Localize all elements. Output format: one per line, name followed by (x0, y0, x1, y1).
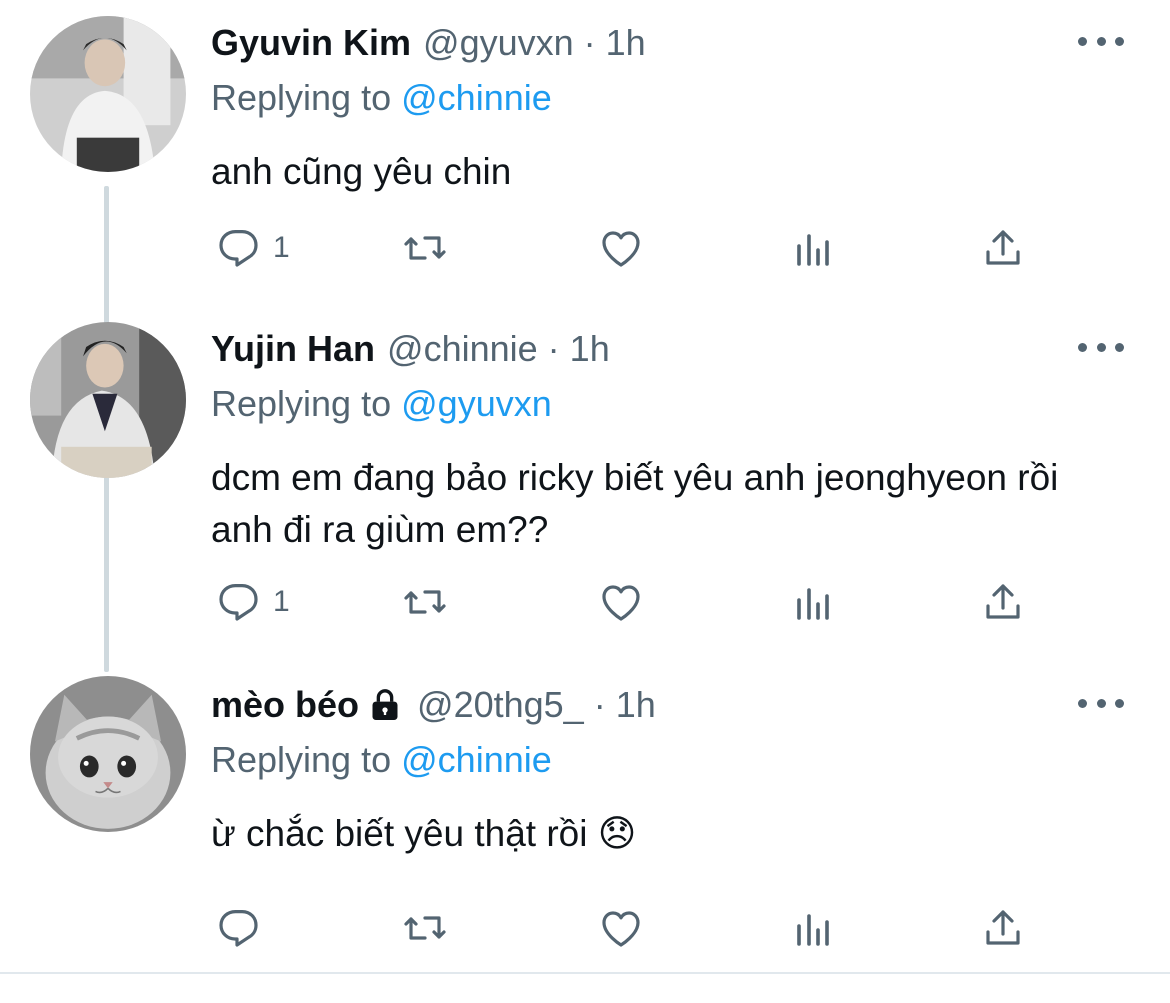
replying-to-label: Replying to (211, 77, 392, 118)
meta-separator: · (547, 328, 560, 369)
display-name[interactable]: mèo béo (211, 684, 359, 726)
reply-button[interactable]: 1 (215, 220, 290, 276)
avatar[interactable] (30, 16, 186, 172)
timestamp[interactable]: 1h (616, 684, 656, 726)
share-button[interactable] (979, 220, 1027, 276)
tweet-header: Gyuvin Kim @gyuvxn · 1h (211, 14, 1130, 72)
meta-separator: · (593, 684, 606, 725)
timestamp[interactable]: 1h (606, 22, 646, 64)
more-icon[interactable] (1078, 26, 1124, 56)
tweet-actions (211, 900, 1051, 956)
like-icon (602, 911, 640, 947)
share-button[interactable] (979, 574, 1027, 630)
meta-separator: · (583, 22, 596, 63)
more-icon[interactable] (1078, 688, 1124, 718)
retweet-button[interactable] (401, 574, 449, 630)
replying-to-mention[interactable]: @chinnie (401, 739, 552, 780)
tweet-text: dcm em đang bảo ricky biết yêu anh jeong… (211, 457, 1059, 550)
reply-button[interactable] (215, 900, 273, 956)
tweet[interactable]: Yujin Han @chinnie · 1h Replying to @gyu… (0, 320, 1170, 660)
reply-button[interactable]: 1 (215, 574, 290, 630)
handle[interactable]: @gyuvxn (423, 22, 574, 64)
avatar-photo (30, 16, 186, 172)
analytics-button[interactable] (789, 574, 837, 630)
replying-to: Replying to @chinnie (211, 74, 1130, 122)
analytics-icon (797, 914, 829, 946)
analytics-button[interactable] (789, 900, 837, 956)
handle[interactable]: @chinnie (387, 328, 538, 370)
timestamp[interactable]: 1h (570, 328, 610, 370)
retweet-icon (404, 236, 446, 260)
reply-icon (219, 584, 258, 621)
avatar[interactable] (30, 322, 186, 478)
analytics-icon (797, 234, 829, 266)
tweet-content: Gyuvin Kim @gyuvxn · 1h Replying to @chi… (211, 14, 1130, 198)
avatar[interactable] (30, 676, 186, 832)
analytics-button[interactable] (789, 220, 837, 276)
lock-icon (365, 685, 405, 725)
share-icon (986, 910, 1020, 945)
like-button[interactable] (597, 900, 645, 956)
like-button[interactable] (597, 220, 645, 276)
replying-to-label: Replying to (211, 383, 392, 424)
tweet-text: ừ chắc biết yêu thật rồi 😞 (211, 813, 637, 854)
handle[interactable]: @20thg5_ (417, 684, 584, 726)
like-icon (602, 231, 640, 267)
divider (0, 972, 1170, 974)
replying-to-label: Replying to (211, 739, 392, 780)
analytics-icon (797, 588, 829, 620)
tweet-content: Yujin Han @chinnie · 1h Replying to @gyu… (211, 320, 1130, 556)
tweet-actions: 1 (211, 220, 1051, 276)
reply-count: 1 (273, 585, 290, 618)
tweet[interactable]: Gyuvin Kim @gyuvxn · 1h Replying to @chi… (0, 14, 1170, 304)
tweet-content: mèo béo @20thg5_ · 1h Replying to @chinn… (211, 676, 1130, 860)
replying-to-mention[interactable]: @chinnie (401, 77, 552, 118)
reply-icon (219, 230, 258, 267)
avatar-photo (30, 322, 186, 478)
tweet-actions: 1 (211, 574, 1051, 630)
replying-to-mention[interactable]: @gyuvxn (401, 383, 552, 424)
retweet-button[interactable] (401, 900, 449, 956)
reply-count: 1 (273, 231, 290, 264)
retweet-button[interactable] (401, 220, 449, 276)
display-name[interactable]: Gyuvin Kim (211, 22, 411, 64)
retweet-icon (404, 590, 446, 614)
like-button[interactable] (597, 574, 645, 630)
tweet[interactable]: mèo béo @20thg5_ · 1h Replying to @chinn… (0, 676, 1170, 966)
display-name[interactable]: Yujin Han (211, 328, 375, 370)
share-button[interactable] (979, 900, 1027, 956)
tweet-header: Yujin Han @chinnie · 1h (211, 320, 1130, 378)
share-icon (986, 584, 1020, 619)
tweet-text: anh cũng yêu chin (211, 151, 512, 192)
replying-to: Replying to @gyuvxn (211, 380, 1130, 428)
retweet-icon (404, 916, 446, 940)
share-icon (986, 230, 1020, 265)
like-icon (602, 585, 640, 621)
reply-icon (219, 910, 258, 947)
kitten-photo (30, 676, 186, 832)
replying-to: Replying to @chinnie (211, 736, 1130, 784)
tweet-header: mèo béo @20thg5_ · 1h (211, 676, 1130, 734)
more-icon[interactable] (1078, 332, 1124, 362)
